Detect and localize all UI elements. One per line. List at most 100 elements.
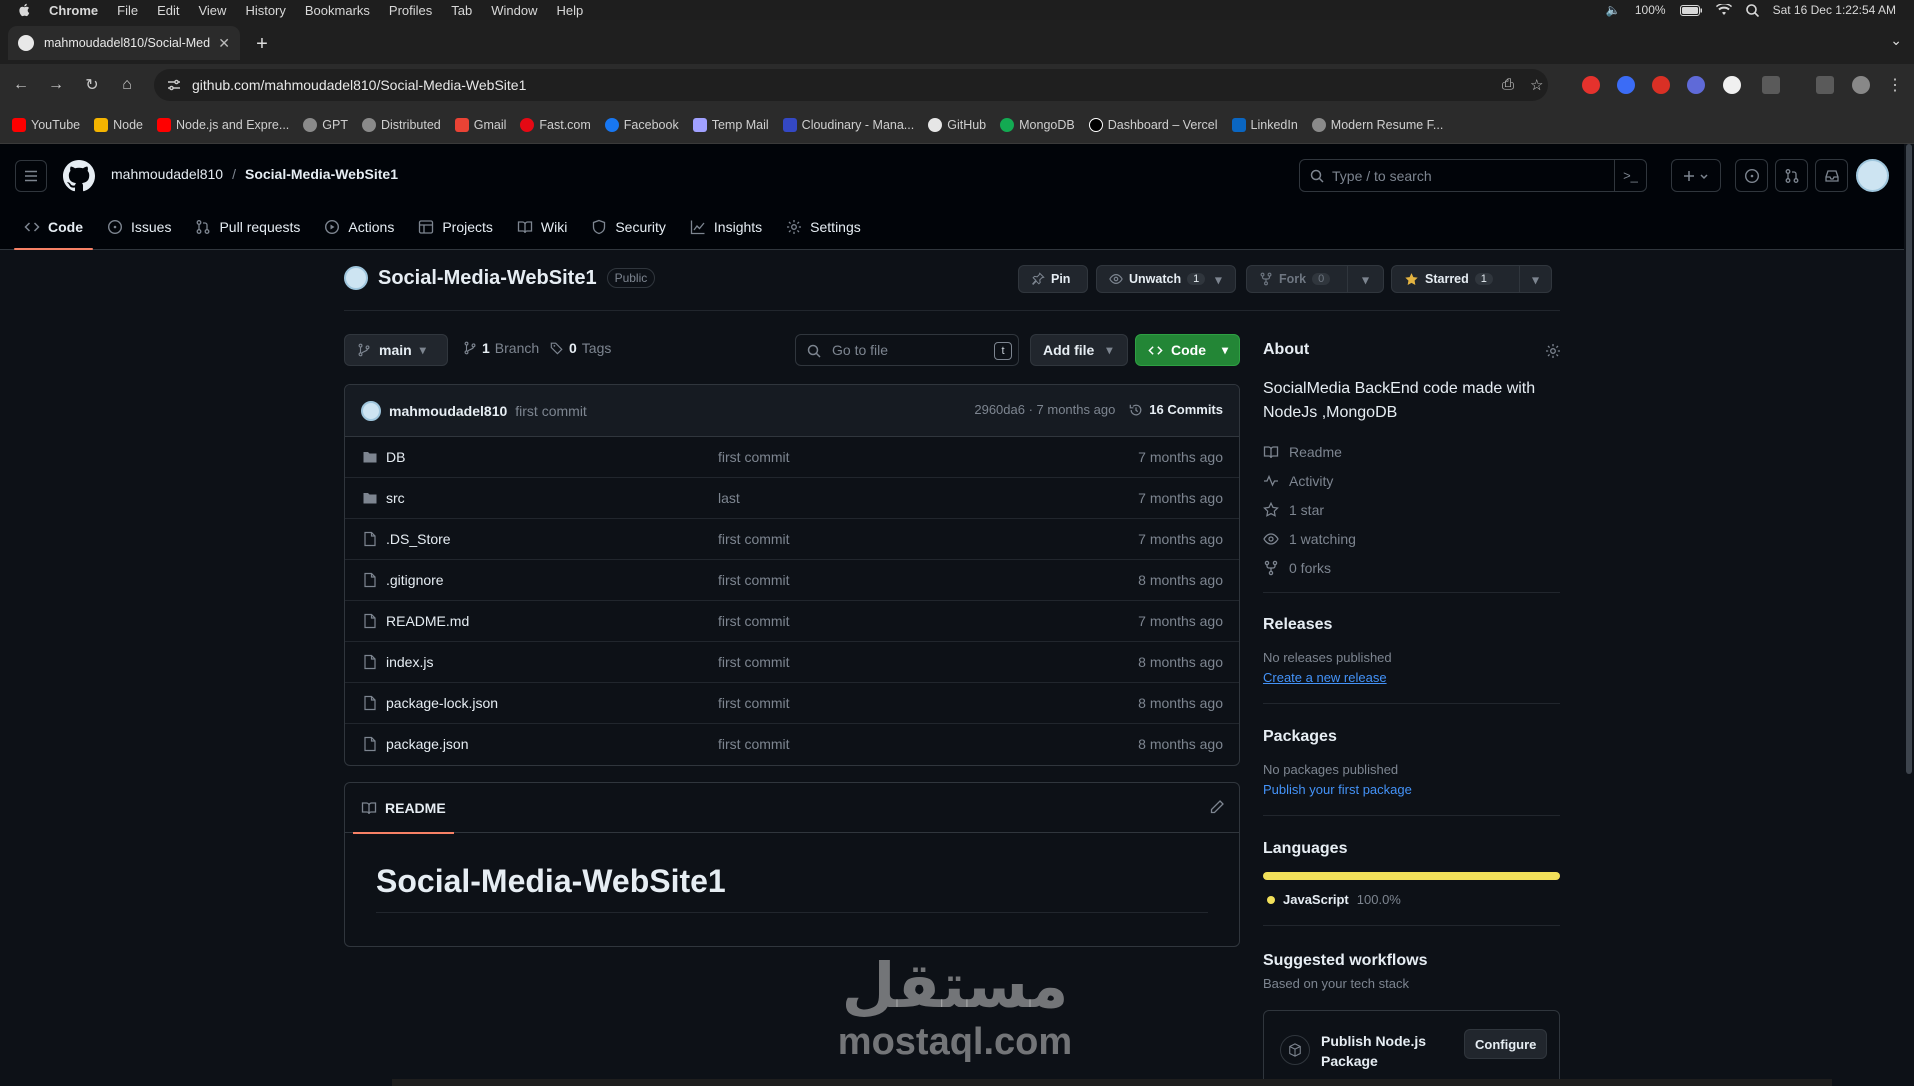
create-new-button[interactable] bbox=[1671, 159, 1721, 192]
commit-hash-time[interactable]: 2960da6 · 7 months ago bbox=[974, 402, 1115, 417]
file-row[interactable]: index.js first commit 8 months ago bbox=[345, 642, 1239, 683]
file-name[interactable]: README.md bbox=[386, 613, 469, 629]
file-commit-message[interactable]: first commit bbox=[718, 695, 790, 711]
bookmark-vercel[interactable]: Dashboard – Vercel bbox=[1088, 117, 1218, 132]
forks-link[interactable]: 0 forks bbox=[1263, 553, 1560, 582]
install-app-icon[interactable]: ⎙ bbox=[1502, 76, 1520, 94]
tab-wiki[interactable]: Wiki bbox=[507, 204, 577, 250]
close-tab-icon[interactable]: ✕ bbox=[218, 35, 230, 52]
user-avatar[interactable] bbox=[1856, 159, 1889, 192]
pencil-icon[interactable] bbox=[1209, 799, 1225, 815]
bookmark-github[interactable]: GitHub bbox=[928, 117, 986, 132]
bookmark-mongodb[interactable]: MongoDB bbox=[1000, 117, 1075, 132]
readme-link[interactable]: Readme bbox=[1263, 437, 1560, 466]
file-name[interactable]: DB bbox=[386, 449, 405, 465]
file-name[interactable]: package-lock.json bbox=[386, 695, 498, 711]
chrome-menu-icon[interactable]: ⋮ bbox=[1884, 74, 1906, 96]
bookmark-star-icon[interactable]: ☆ bbox=[1530, 76, 1548, 94]
menu-tab[interactable]: Tab bbox=[451, 3, 472, 18]
bookmark-gmail[interactable]: Gmail bbox=[454, 117, 506, 132]
extensions-puzzle-icon[interactable] bbox=[1762, 76, 1780, 94]
menu-bookmarks[interactable]: Bookmarks bbox=[305, 3, 370, 18]
pin-button[interactable]: Pin bbox=[1018, 265, 1088, 293]
extension-blue-icon[interactable] bbox=[1617, 76, 1635, 94]
extension-red-icon[interactable] bbox=[1582, 76, 1600, 94]
tab-actions[interactable]: Actions bbox=[314, 204, 404, 250]
tab-projects[interactable]: Projects bbox=[408, 204, 503, 250]
issues-icon[interactable] bbox=[1735, 159, 1768, 192]
breadcrumb-owner[interactable]: mahmoudadel810 bbox=[111, 166, 223, 182]
bookmark-linkedin[interactable]: LinkedIn bbox=[1231, 117, 1298, 132]
file-name[interactable]: .gitignore bbox=[386, 572, 444, 588]
tab-security[interactable]: Security bbox=[581, 204, 676, 250]
starred-button[interactable]: Starred 1 ▾ bbox=[1391, 265, 1552, 293]
code-button[interactable]: Code ▾ bbox=[1135, 334, 1240, 366]
tab-settings[interactable]: Settings bbox=[776, 204, 871, 250]
branches-link[interactable]: 1 Branch bbox=[463, 340, 539, 356]
file-commit-message[interactable]: first commit bbox=[718, 531, 790, 547]
profile-b-icon[interactable] bbox=[1723, 76, 1741, 94]
fork-button[interactable]: Fork 0 ▾ bbox=[1246, 265, 1384, 293]
chevron-down-icon[interactable]: ▾ bbox=[1519, 266, 1551, 292]
file-row[interactable]: .gitignore first commit 8 months ago bbox=[345, 560, 1239, 601]
file-commit-message[interactable]: first commit bbox=[718, 449, 790, 465]
file-row[interactable]: README.md first commit 7 months ago bbox=[345, 601, 1239, 642]
tab-search-chevron-icon[interactable]: ⌄ bbox=[1890, 32, 1902, 49]
tab-issues[interactable]: Issues bbox=[97, 204, 181, 250]
bookmark-temp-mail[interactable]: Temp Mail bbox=[692, 117, 769, 132]
volume-icon[interactable]: 🔈 bbox=[1606, 3, 1621, 17]
add-file-button[interactable]: Add file ▾ bbox=[1030, 334, 1128, 366]
chevron-down-icon[interactable]: ▾ bbox=[1347, 266, 1383, 292]
scrollbar-thumb[interactable] bbox=[1906, 144, 1912, 774]
menu-file[interactable]: File bbox=[117, 3, 138, 18]
search-input[interactable]: Type / to search >_ bbox=[1299, 159, 1647, 192]
file-name[interactable]: package.json bbox=[386, 736, 469, 752]
file-row[interactable]: package-lock.json first commit 8 months ag… bbox=[345, 683, 1239, 724]
menu-view[interactable]: View bbox=[198, 3, 226, 18]
extension-refresh-icon[interactable] bbox=[1652, 76, 1670, 94]
file-row[interactable]: .DS_Store first commit 7 months ago bbox=[345, 519, 1239, 560]
commit-author[interactable]: mahmoudadel810 bbox=[389, 403, 507, 419]
home-icon[interactable]: ⌂ bbox=[116, 74, 138, 96]
tab-insights[interactable]: Insights bbox=[680, 204, 772, 250]
inbox-icon[interactable] bbox=[1815, 159, 1848, 192]
create-release-link[interactable]: Create a new release bbox=[1263, 670, 1560, 685]
menu-hamburger-icon[interactable] bbox=[15, 160, 47, 192]
github-logo-icon[interactable] bbox=[63, 160, 95, 192]
tab-code[interactable]: Code bbox=[14, 204, 93, 250]
wifi-icon[interactable] bbox=[1715, 4, 1732, 16]
reload-icon[interactable]: ↻ bbox=[81, 74, 103, 96]
pull-requests-icon[interactable] bbox=[1775, 159, 1808, 192]
page-scrollbar[interactable] bbox=[1904, 144, 1914, 1079]
file-commit-message[interactable]: first commit bbox=[718, 572, 790, 588]
address-bar[interactable]: github.com/mahmoudadel810/Social-Media-W… bbox=[154, 69, 1548, 101]
commit-author-avatar[interactable] bbox=[361, 400, 381, 421]
menu-window[interactable]: Window bbox=[491, 3, 537, 18]
file-commit-message[interactable]: last bbox=[718, 490, 740, 506]
breadcrumb-repo[interactable]: Social-Media-WebSite1 bbox=[245, 166, 398, 182]
bookmark-fast[interactable]: Fast.com bbox=[520, 117, 591, 132]
menu-edit[interactable]: Edit bbox=[157, 3, 179, 18]
battery-icon[interactable] bbox=[1679, 4, 1702, 16]
watching-link[interactable]: 1 watching bbox=[1263, 524, 1560, 553]
file-name[interactable]: .DS_Store bbox=[386, 531, 451, 547]
activity-link[interactable]: Activity bbox=[1263, 466, 1560, 495]
bookmark-facebook[interactable]: Facebook bbox=[604, 117, 679, 132]
commit-message[interactable]: first commit bbox=[515, 403, 587, 419]
side-panel-icon[interactable] bbox=[1816, 76, 1834, 94]
site-info-icon[interactable] bbox=[166, 77, 182, 93]
spotlight-icon[interactable] bbox=[1745, 3, 1759, 17]
tab-pull-requests[interactable]: Pull requests bbox=[185, 204, 310, 250]
file-row[interactable]: package.json first commit 8 months ago bbox=[345, 724, 1239, 765]
configure-button[interactable]: Configure bbox=[1464, 1029, 1548, 1059]
file-row[interactable]: src last 7 months ago bbox=[345, 478, 1239, 519]
new-tab-button[interactable]: + bbox=[250, 32, 274, 56]
file-name[interactable]: index.js bbox=[386, 654, 433, 670]
repo-name[interactable]: Social-Media-WebSite1 bbox=[378, 267, 597, 290]
tags-link[interactable]: 0 Tags bbox=[550, 340, 611, 356]
commits-link[interactable]: 16 Commits bbox=[1129, 402, 1223, 417]
packages-title[interactable]: Packages bbox=[1263, 728, 1560, 746]
menu-app-name[interactable]: Chrome bbox=[49, 3, 98, 18]
file-commit-message[interactable]: first commit bbox=[718, 736, 790, 752]
command-palette-icon[interactable]: >_ bbox=[1614, 159, 1646, 192]
